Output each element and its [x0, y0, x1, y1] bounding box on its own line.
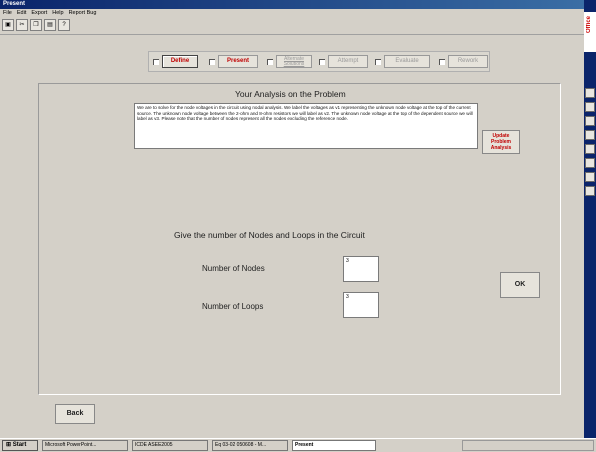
- step-button-attempt[interactable]: Attempt: [328, 55, 368, 68]
- analysis-title: Your Analysis on the Problem: [235, 89, 346, 99]
- taskbar-item[interactable]: ICDE ASEE2005: [132, 440, 208, 451]
- step-checkbox[interactable]: [375, 59, 381, 65]
- shortcut-icon[interactable]: [585, 116, 595, 126]
- toolbar-divider: [0, 34, 584, 35]
- nodes-label: Number of Nodes: [202, 264, 265, 273]
- step-button-define[interactable]: Define: [162, 55, 198, 68]
- menu-item-edit[interactable]: Edit: [17, 10, 26, 16]
- menu-bar: File Edit Export Help Report Bug: [0, 9, 584, 18]
- question-prompt: Give the number of Nodes and Loops in th…: [174, 230, 365, 240]
- shortcut-icon[interactable]: [585, 186, 595, 196]
- back-button[interactable]: Back: [55, 404, 95, 424]
- step-checkbox[interactable]: [319, 59, 325, 65]
- taskbar-item[interactable]: Present: [292, 440, 376, 451]
- shortcut-icon[interactable]: [585, 144, 595, 154]
- loops-label: Number of Loops: [202, 302, 264, 311]
- windows-logo-icon: ⊞: [6, 442, 12, 448]
- shortcut-icon[interactable]: [585, 172, 595, 182]
- step-checkbox[interactable]: [267, 59, 273, 65]
- step-button-rework[interactable]: Rework: [448, 55, 488, 68]
- shortcut-icon[interactable]: [585, 158, 595, 168]
- step-button-evaluate[interactable]: Evaluate: [384, 55, 430, 68]
- analysis-textbox[interactable]: We are to solve for the node voltages in…: [134, 103, 478, 149]
- menu-item-report-bug[interactable]: Report Bug: [69, 10, 97, 16]
- ok-button[interactable]: OK: [500, 272, 540, 298]
- start-button[interactable]: ⊞ Start: [2, 440, 38, 451]
- step-button-present[interactable]: Present: [218, 55, 258, 68]
- cut-icon[interactable]: ✂: [16, 19, 28, 31]
- step-button-alternate-solutions[interactable]: Alternate Solutions: [276, 55, 312, 68]
- menu-item-export[interactable]: Export: [31, 10, 47, 16]
- toolbar: ▣ ✂ ❐ ▤?: [2, 19, 72, 31]
- update-analysis-label: Update Problem Analysis: [490, 133, 512, 151]
- taskbar: ⊞ Start Microsoft PowerPoint... ICDE ASEE…: [0, 438, 596, 452]
- shortcut-icon[interactable]: [585, 88, 595, 98]
- office-logo: Office: [584, 12, 596, 52]
- window-title: Present: [0, 0, 584, 9]
- shortcut-icon[interactable]: [585, 102, 595, 112]
- save-icon[interactable]: ▣: [2, 19, 14, 31]
- nodes-input[interactable]: 3: [343, 256, 379, 282]
- office-shortcut-bar: Office: [584, 0, 596, 438]
- copy-icon[interactable]: ❐: [30, 19, 42, 31]
- help-icon[interactable]: ?: [58, 19, 70, 31]
- step-checkbox[interactable]: [153, 59, 159, 65]
- shortcut-icon[interactable]: [585, 130, 595, 140]
- taskbar-item[interactable]: Eq 03-02 050608 - M...: [212, 440, 288, 451]
- system-tray[interactable]: [462, 440, 594, 451]
- taskbar-item[interactable]: Microsoft PowerPoint...: [42, 440, 128, 451]
- workflow-steps: Define Present Alternate Solutions Attempt E…: [148, 51, 490, 72]
- loops-input[interactable]: 3: [343, 292, 379, 318]
- update-analysis-button[interactable]: Update Problem Analysis: [482, 130, 520, 154]
- menu-item-help[interactable]: Help: [52, 10, 63, 16]
- step-checkbox[interactable]: [439, 59, 445, 65]
- menu-item-file[interactable]: File: [3, 10, 12, 16]
- paste-icon[interactable]: ▤: [44, 19, 56, 31]
- step-checkbox[interactable]: [209, 59, 215, 65]
